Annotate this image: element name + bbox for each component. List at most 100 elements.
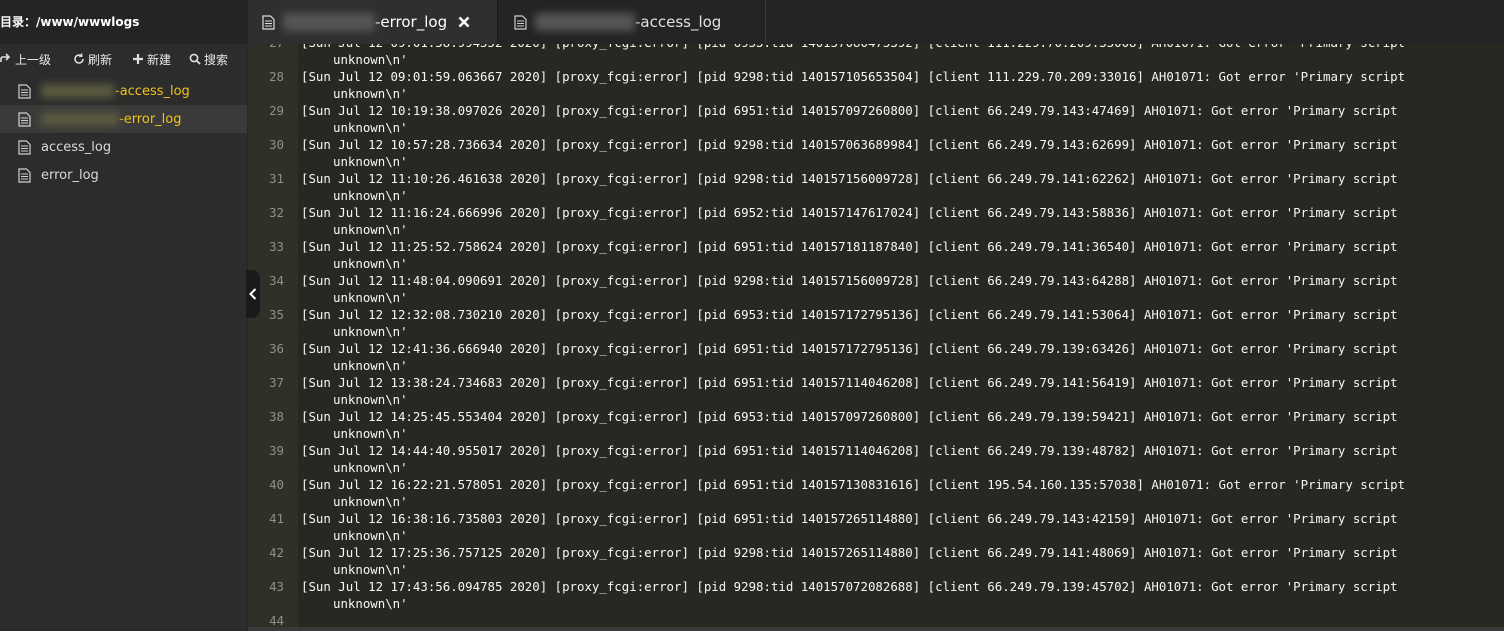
log-line: 28 [Sun Jul 12 09:01:59.063667 2020] [pro…: [248, 68, 1504, 102]
log-line: 38 [Sun Jul 12 14:25:45.553404 2020] [pro…: [248, 408, 1504, 442]
search-label: 搜索: [204, 52, 229, 67]
log-line: 39 [Sun Jul 12 14:44:40.955017 2020] [pro…: [248, 442, 1504, 476]
file-item-access-log[interactable]: access_log: [0, 133, 247, 161]
log-line-continuation: unknown\n': [333, 562, 408, 577]
log-line: 37 [Sun Jul 12 13:38:24.734683 2020] [pro…: [248, 374, 1504, 408]
log-line-continuation: unknown\n': [333, 324, 408, 339]
file-document-icon: [18, 167, 31, 183]
log-line-continuation: unknown\n': [333, 256, 408, 271]
refresh-label: 刷新: [88, 52, 113, 67]
up-level-button[interactable]: 上一级: [0, 51, 51, 68]
log-line-text: [Sun Jul 12 14:25:45.553404 2020] [proxy…: [301, 409, 1398, 424]
line-number: 30: [269, 137, 284, 152]
refresh-icon: [74, 53, 84, 64]
refresh-button[interactable]: 刷新: [73, 51, 112, 68]
log-line-text: [Sun Jul 12 17:25:36.757125 2020] [proxy…: [301, 545, 1398, 560]
file-document-icon: [18, 111, 31, 127]
tab-access-log[interactable]: -access_log: [498, 0, 766, 44]
file-document-icon: [18, 83, 31, 99]
log-line: 30 [Sun Jul 12 10:57:28.736634 2020] [pro…: [248, 136, 1504, 170]
search-icon: [189, 53, 201, 65]
log-line-text: [Sun Jul 12 09:01:58.994552 2020] [proxy…: [301, 44, 1504, 51]
redacted-filename: [41, 84, 115, 98]
log-line-text: [Sun Jul 12 12:32:08.730210 2020] [proxy…: [301, 307, 1398, 322]
line-number: 28: [269, 69, 284, 84]
log-line-continuation: unknown\n': [333, 392, 408, 407]
log-line-continuation: unknown\n': [333, 528, 408, 543]
tab-error-log[interactable]: -error_log: [248, 0, 498, 44]
file-item-error-log[interactable]: error_log: [0, 161, 247, 189]
line-number: 42: [269, 545, 284, 560]
log-line-continuation: unknown\n': [333, 426, 408, 441]
search-button[interactable]: 搜索: [189, 51, 228, 68]
log-line-text: [Sun Jul 12 16:38:16.735803 2020] [proxy…: [301, 511, 1398, 526]
log-line: 42 [Sun Jul 12 17:25:36.757125 2020] [pro…: [248, 544, 1504, 578]
line-number: 33: [269, 239, 284, 254]
editor-tabs: -error_log -access_log: [248, 0, 1504, 44]
log-line-text: [Sun Jul 12 16:22:21.578051 2020] [proxy…: [301, 477, 1406, 492]
redacted-filename: [41, 112, 119, 126]
log-line-text: [Sun Jul 12 10:57:28.736634 2020] [proxy…: [301, 137, 1398, 152]
file-document-icon: [514, 14, 527, 30]
line-number: 38: [269, 409, 284, 424]
plus-icon: [133, 54, 144, 64]
new-button[interactable]: 新建: [132, 51, 171, 68]
log-line: 40 [Sun Jul 12 16:22:21.578051 2020] [pro…: [248, 476, 1504, 510]
file-list: -access_log -error_log access_log error_…: [0, 77, 247, 189]
log-line-text: [Sun Jul 12 13:38:24.734683 2020] [proxy…: [301, 375, 1398, 390]
file-name: -access_log: [115, 83, 190, 99]
file-document-icon: [18, 139, 31, 155]
new-label: 新建: [147, 52, 172, 67]
log-line: 36 [Sun Jul 12 12:41:36.666940 2020] [pro…: [248, 340, 1504, 374]
log-line-continuation: unknown\n': [333, 222, 408, 237]
redacted-filename: [535, 13, 635, 31]
line-number: 43: [269, 579, 284, 594]
log-line: 35 [Sun Jul 12 12:32:08.730210 2020] [pro…: [248, 306, 1504, 340]
log-line-continuation: unknown\n': [333, 494, 408, 509]
log-line: 43 [Sun Jul 12 17:43:56.094785 2020] [pro…: [248, 578, 1504, 612]
log-lines: 27 [Sun Jul 12 09:01:58.994552 2020] [pro…: [248, 44, 1504, 629]
log-line-text: [Sun Jul 12 17:43:56.094785 2020] [proxy…: [301, 579, 1398, 594]
line-number: 41: [269, 511, 284, 526]
arrow-up-level-icon: [0, 53, 11, 62]
log-line: 27 [Sun Jul 12 09:01:58.994552 2020] [pro…: [248, 44, 1504, 68]
close-icon[interactable]: [457, 15, 471, 29]
log-line-text: [Sun Jul 12 11:25:52.758624 2020] [proxy…: [301, 239, 1398, 254]
line-number: 32: [269, 205, 284, 220]
log-line: 29 [Sun Jul 12 10:19:38.097026 2020] [pro…: [248, 102, 1504, 136]
redacted-filename: [283, 13, 375, 31]
log-line-text: [Sun Jul 12 09:01:59.063667 2020] [proxy…: [301, 69, 1406, 84]
log-line-continuation: unknown\n': [333, 52, 408, 67]
collapse-sidebar-button[interactable]: [246, 270, 260, 318]
log-line-continuation: unknown\n': [333, 86, 408, 101]
log-line-text: [Sun Jul 12 11:16:24.666996 2020] [proxy…: [301, 205, 1398, 220]
log-line-continuation: unknown\n': [333, 154, 408, 169]
log-line-continuation: unknown\n': [333, 120, 408, 135]
file-name: access_log: [41, 139, 112, 155]
log-line-text: [Sun Jul 12 14:44:40.955017 2020] [proxy…: [301, 443, 1398, 458]
log-line-continuation: unknown\n': [333, 596, 408, 611]
log-line-text: [Sun Jul 12 11:10:26.461638 2020] [proxy…: [301, 171, 1398, 186]
log-line-continuation: unknown\n': [333, 358, 408, 373]
log-line: 33 [Sun Jul 12 11:25:52.758624 2020] [pro…: [248, 238, 1504, 272]
up-level-label: 上一级: [15, 52, 52, 67]
log-line-text: [Sun Jul 12 10:19:38.097026 2020] [proxy…: [301, 103, 1398, 118]
file-name: -error_log: [119, 111, 182, 127]
line-number: 37: [269, 375, 284, 390]
directory-path: 目录：/www/wwwlogs: [0, 0, 247, 44]
file-item-site-error-log[interactable]: -error_log: [0, 105, 247, 133]
file-document-icon: [262, 14, 275, 30]
file-item-site-access-log[interactable]: -access_log: [0, 77, 247, 105]
horizontal-scrollbar[interactable]: [248, 627, 1504, 631]
line-number: 36: [269, 341, 284, 356]
tab-label: -access_log: [635, 13, 722, 31]
log-line-continuation: unknown\n': [333, 290, 408, 305]
line-number: 40: [269, 477, 284, 492]
log-line: 41 [Sun Jul 12 16:38:16.735803 2020] [pro…: [248, 510, 1504, 544]
line-number: 27: [248, 44, 284, 51]
file-sidebar: 目录：/www/wwwlogs 上一级 刷新 新建 搜索 -access_log…: [0, 0, 247, 631]
line-number: 39: [269, 443, 284, 458]
log-line: 31 [Sun Jul 12 11:10:26.461638 2020] [pro…: [248, 170, 1504, 204]
line-number: 29: [269, 103, 284, 118]
log-editor[interactable]: 27 [Sun Jul 12 09:01:58.994552 2020] [pro…: [248, 44, 1504, 631]
